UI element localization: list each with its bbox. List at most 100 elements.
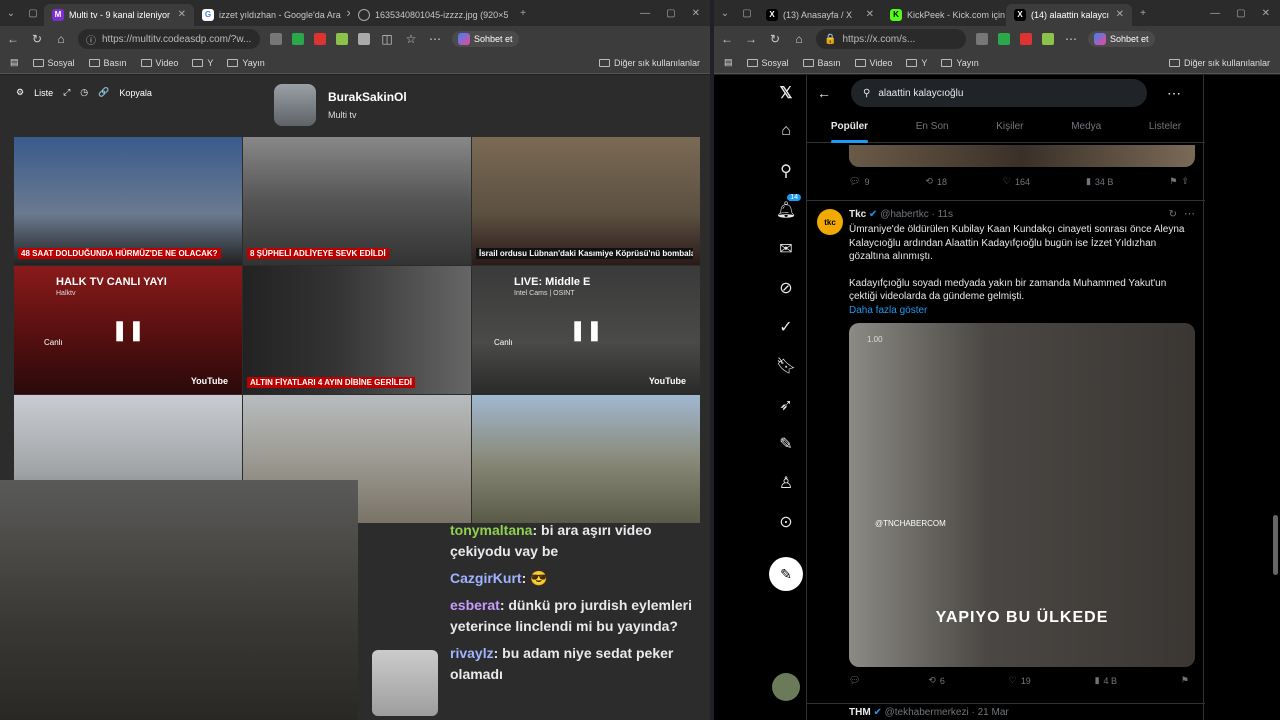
bookmark-folder[interactable]: Y [906,58,927,68]
previous-tweet-media[interactable] [849,145,1195,167]
video-tile-5[interactable]: ALTIN FİYATLARI 4 AYIN DİBİNE GERİLEDİ [243,266,471,394]
bookmark-folder[interactable]: Yayın [227,58,265,68]
extension-icon[interactable] [292,33,304,45]
close-icon[interactable]: ✕ [1116,9,1124,20]
avatar[interactable] [772,673,800,701]
more-icon[interactable]: ⋯ [1064,32,1078,46]
close-window-icon[interactable]: ✕ [1262,8,1270,19]
tweet-author[interactable]: THM [849,707,871,718]
list-button[interactable]: Liste [34,88,53,98]
back-icon[interactable]: ← [720,32,734,46]
video-tile-2[interactable]: 8 ŞÜPHELİ ADLİYEYE SEVK EDİLDİ [243,137,471,265]
scrollbar[interactable] [1273,515,1278,575]
copy-button[interactable]: Kopyala [119,88,152,98]
workspaces-icon[interactable]: ▢ [22,8,44,19]
bookmark-folder[interactable]: Sosyal [746,58,789,68]
pause-icon[interactable]: ❚❚ [111,318,145,343]
tab-popular[interactable]: Popüler [830,115,869,143]
grok-icon[interactable]: ⊘ [775,278,797,297]
extension-icon[interactable] [1020,33,1032,45]
like-button[interactable]: ♡ 19 [1009,675,1031,686]
extension-icon[interactable] [358,33,370,45]
avatar[interactable]: tkc [817,209,843,235]
bookmark-button[interactable]: ⚑ [1181,675,1189,686]
reload-icon[interactable]: ↻ [30,32,44,46]
address-bar[interactable]: 🔒 https://x.com/s... [816,29,966,49]
minimize-icon[interactable]: — [1210,8,1220,19]
forward-icon[interactable]: → [744,32,758,46]
tab-image[interactable]: 1635340801045-izzzz.jpg (920×5 ✕ [350,4,512,26]
communities-icon[interactable]: ✓ [775,317,797,336]
extension-icon[interactable] [270,33,282,45]
tab-latest[interactable]: En Son [916,115,949,142]
extension-icon[interactable] [998,33,1010,45]
tab-x-home[interactable]: X (13) Anasayfa / X ✕ [758,4,882,26]
back-icon[interactable]: ← [817,85,831,101]
profile-icon[interactable]: ♙ [775,473,797,492]
bookmark-folder[interactable]: Video [854,58,892,68]
other-bookmarks[interactable]: Diğer sık kullanılanlar [1168,58,1270,68]
video-tile-1[interactable]: 48 SAAT DOLDUĞUNDA HÜRMÜZ'DE NE OLACAK? [14,137,242,265]
tweet-video[interactable]: 1.00 @TNCHABERCOM YAPIYO BU ÜLKEDE [849,323,1195,667]
favorites-icon[interactable]: ☆ [404,32,418,46]
youtube-logo[interactable]: YouTube [649,376,686,386]
tab-media[interactable]: Medya [1071,115,1101,142]
close-icon[interactable]: ✕ [178,9,186,20]
copilot-button[interactable]: Sohbet et [452,31,519,47]
bookmarks-icon[interactable]: 🔖︎ [775,356,797,375]
close-icon[interactable]: ✕ [866,9,874,20]
minimize-icon[interactable]: — [640,8,650,19]
next-tweet[interactable]: THM ✔ @tekhabermerkezi · 21 Mar [807,703,1205,720]
tab-menu-icon[interactable]: ⌄ [714,8,736,19]
video-tile-9[interactable] [472,395,700,523]
workspaces-icon[interactable]: ▢ [736,8,758,19]
tab-google[interactable]: G izzet yıldızhan - Google'da Ara ✕ [194,4,350,26]
tab-people[interactable]: Kişiler [996,115,1023,142]
messages-icon[interactable]: ✉ [775,239,797,258]
more-icon[interactable]: ⋯ [1167,85,1181,102]
x-logo-icon[interactable]: 𝕏 [775,83,797,102]
new-tab-icon[interactable]: + [1132,8,1154,19]
home-icon[interactable]: ⌂ [54,32,68,46]
search-icon[interactable]: ⚲ [775,161,797,180]
grok-icon[interactable]: ↻ [1169,209,1177,220]
show-more-link[interactable]: Daha fazla göster [849,304,1195,318]
bookmark-folder[interactable]: Video [140,58,178,68]
back-icon[interactable]: ← [6,32,20,46]
bookmark-folder[interactable]: Basın [802,58,841,68]
search-input[interactable]: ⚲ alaattin kalaycıoğlu [851,79,1147,107]
views-button[interactable]: ▮ 4 B [1095,675,1117,686]
new-tab-icon[interactable]: + [512,8,534,19]
video-tile-3[interactable]: İsrail ordusu Lübnan'daki Kasımiye Köprü… [472,137,700,265]
youtube-logo[interactable]: YouTube [191,376,228,386]
more-icon[interactable]: ⋯ [1184,207,1195,220]
settings-icon[interactable]: ⚙ [16,87,24,98]
repost-button[interactable]: ⟲ 6 [928,675,945,686]
video-tile-6[interactable]: LIVE: Middle E Intel Cams | OSINT ❚❚ Can… [472,266,700,394]
tab-kickpeek[interactable]: K KickPeek - Kick.com için ✕ [882,4,1006,26]
bookmark-folder[interactable]: Basın [88,58,127,68]
notifications-icon[interactable]: 🔔︎ 14 [775,194,801,219]
extension-icon[interactable] [314,33,326,45]
post-button[interactable]: ✎ [769,557,803,591]
jobs-icon[interactable]: ➶ [775,395,797,414]
reload-icon[interactable]: ↻ [768,32,782,46]
maximize-icon[interactable]: ▢ [666,8,675,19]
copilot-button[interactable]: Sohbet et [1088,31,1155,47]
like-button[interactable]: ♡ 164 [1003,176,1030,187]
extension-icon[interactable] [336,33,348,45]
more-icon[interactable]: ⊙ [775,512,797,531]
home-icon[interactable]: ⌂ [775,122,797,139]
bookmark-folder[interactable]: Yayın [941,58,979,68]
home-icon[interactable]: ⌂ [792,32,806,46]
history-icon[interactable]: ◷ [80,87,88,98]
tweet-handle[interactable]: @habertkc [880,209,929,220]
split-screen-icon[interactable]: ◫ [380,32,394,46]
repost-button[interactable]: ⟲ 18 [925,176,947,187]
bookmark-folder[interactable]: Y [192,58,213,68]
articles-icon[interactable]: ✎ [775,434,797,453]
close-window-icon[interactable]: ✕ [692,8,700,19]
more-icon[interactable]: ⋯ [428,32,442,46]
tab-x-search[interactable]: X (14) alaattin kalaycı ✕ [1006,3,1132,26]
tweet-handle[interactable]: @tekhabermerkezi · 21 Mar [885,707,1009,718]
